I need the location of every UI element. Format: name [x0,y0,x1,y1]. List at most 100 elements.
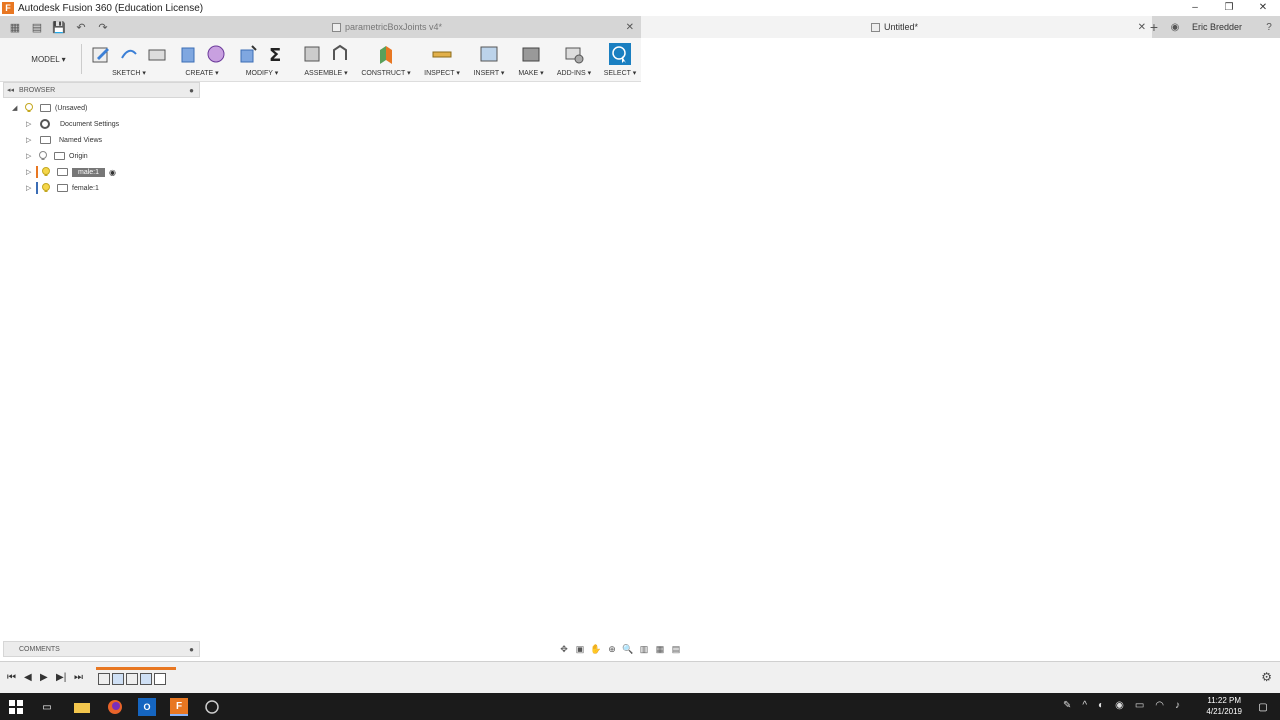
3d-print-icon[interactable] [520,43,542,65]
tray-app-icon[interactable]: ◉ [1115,700,1124,711]
go-to-end-icon[interactable]: ⏭ [74,672,83,683]
joint-icon[interactable] [329,43,351,65]
activate-component-icon[interactable]: ◉ [109,168,116,177]
expand-icon[interactable]: ▷ [26,168,36,176]
volume-icon[interactable]: ♪ [1175,700,1180,711]
create-group[interactable]: CREATE ▾ [172,40,232,80]
timeline-sketch-icon[interactable] [98,672,110,685]
camera-app-icon[interactable] [203,698,221,716]
offset-plane-icon[interactable] [375,43,397,65]
task-view-icon[interactable]: ▭ [38,698,56,716]
browser-header[interactable]: ◂◂ BROWSER ● [3,82,200,98]
step-back-icon[interactable]: ◀ [24,672,32,683]
timeline-features[interactable] [96,667,176,687]
sketch-menu-label[interactable]: SKETCH ▾ [86,68,172,80]
undo-icon[interactable]: ↶ [70,21,92,34]
part-plate[interactable] [485,207,877,444]
construct-group[interactable]: CONSTRUCT ▾ [358,40,414,80]
tree-item-male[interactable]: ▷ male:1 ◉ [26,164,116,180]
notification-icon[interactable]: ▢ [1254,698,1272,716]
comments-header[interactable]: COMMENTS ● [3,641,200,657]
sketch-group[interactable]: SKETCH ▾ [86,40,172,80]
viewcube[interactable]: TOP [1211,61,1265,107]
construct-menu-label[interactable]: CONSTRUCT ▾ [358,68,414,80]
timeline-sketch-icon[interactable] [126,672,138,685]
viewports-icon[interactable]: ▤ [668,644,684,655]
tab-untitled[interactable]: Untitled* ✕ [641,16,1152,38]
tab-parametric-box-joints[interactable]: parametricBoxJoints v4* ✕ [310,16,640,38]
system-clock[interactable]: 11:22 PM 4/21/2019 [1206,695,1242,717]
tree-root[interactable]: ◢ (Unsaved) [12,100,87,116]
new-tab-plus-icon[interactable]: + [1144,19,1164,35]
tree-item-document-settings[interactable]: ▷ Document Settings [26,116,119,132]
scripts-addins-icon[interactable] [563,43,585,65]
job-status-icon[interactable]: ◉ [1164,22,1186,33]
firefox-icon[interactable] [106,698,124,716]
wifi-icon[interactable]: ◠ [1155,700,1164,711]
timeline-extrude-icon[interactable] [112,672,124,685]
file-menu-icon[interactable]: ▤ [26,21,48,34]
new-component-icon[interactable] [301,43,323,65]
expand-icon[interactable]: ▷ [26,120,36,128]
file-explorer-icon[interactable] [73,698,91,716]
measure-icon[interactable] [431,43,453,65]
timeline-pattern-icon[interactable] [154,672,166,685]
workspace-mode-dropdown[interactable]: MODEL ▾ [16,44,82,74]
inspect-menu-label[interactable]: INSPECT ▾ [418,68,466,80]
restore-button[interactable]: ❐ [1212,0,1246,16]
visibility-bulb-off-icon[interactable] [38,151,48,161]
step-forward-icon[interactable]: ▶| [56,672,66,683]
visibility-bulb-icon[interactable] [41,167,51,177]
outlook-icon[interactable]: O [138,698,156,716]
redo-icon[interactable]: ↷ [92,21,114,34]
user-name[interactable]: Eric Bredder [1192,22,1242,32]
addins-group[interactable]: ADD-INS ▾ [554,40,594,80]
visibility-bulb-icon[interactable] [24,103,34,113]
line-sketch-icon[interactable] [118,43,140,65]
make-group[interactable]: MAKE ▾ [512,40,550,80]
orbit-icon[interactable]: ✥ [556,644,572,655]
addins-menu-label[interactable]: ADD-INS ▾ [554,68,594,80]
modify-menu-label[interactable]: MODIFY ▾ [232,68,292,80]
go-to-start-icon[interactable]: ⏮ [7,672,16,683]
fit-zoom-icon[interactable]: 🔍 [620,644,636,655]
visibility-bulb-icon[interactable] [41,183,51,193]
timeline-extrude-icon[interactable] [140,672,152,685]
save-icon[interactable]: 💾 [48,21,70,34]
windows-start-icon[interactable] [7,698,25,716]
assemble-menu-label[interactable]: ASSEMBLE ▾ [296,68,356,80]
pen-workspace-icon[interactable]: ✎ [1063,700,1071,711]
timeline-settings-gear-icon[interactable]: ⚙ [1261,670,1272,684]
insert-group[interactable]: INSERT ▾ [468,40,510,80]
fusion-taskbar-icon[interactable]: F [170,698,188,716]
grid-settings-icon[interactable]: ▦ [652,644,668,655]
pin-panel-icon[interactable]: ● [189,645,194,654]
extrude-icon[interactable] [177,43,199,65]
tree-item-named-views[interactable]: ▷ Named Views [26,132,102,148]
assemble-group[interactable]: ASSEMBLE ▾ [296,40,356,80]
insert-image-icon[interactable] [478,43,500,65]
help-icon[interactable]: ? [1258,22,1280,33]
tree-item-female[interactable]: ▷ female:1 [26,180,99,196]
data-panel-grid-icon[interactable]: ▦ [4,21,26,34]
zoom-icon[interactable]: ⊕ [604,644,620,655]
tree-item-origin[interactable]: ▷ Origin [26,148,88,164]
rectangle-sketch-icon[interactable] [146,43,168,65]
modify-group[interactable]: Σ MODIFY ▾ [232,40,292,80]
select-group[interactable]: SELECT ▾ [598,40,642,80]
tray-app-icon[interactable]: ◐ [1098,700,1104,711]
pan-hand-icon[interactable]: ✋ [588,644,604,655]
display-settings-icon[interactable]: ▥ [636,644,652,655]
make-menu-label[interactable]: MAKE ▾ [512,68,550,80]
battery-icon[interactable]: ▭ [1135,700,1144,711]
play-icon[interactable]: ▶ [40,672,48,683]
expand-icon[interactable]: ◢ [12,104,22,112]
create-menu-label[interactable]: CREATE ▾ [172,68,232,80]
create-sketch-icon[interactable] [90,43,112,65]
expand-icon[interactable]: ▷ [26,184,36,192]
inspect-group[interactable]: INSPECT ▾ [418,40,466,80]
select-menu-label[interactable]: SELECT ▾ [598,68,642,80]
expand-icon[interactable]: ▷ [26,152,36,160]
look-at-icon[interactable]: ▣ [572,644,588,655]
form-icon[interactable] [205,43,227,65]
